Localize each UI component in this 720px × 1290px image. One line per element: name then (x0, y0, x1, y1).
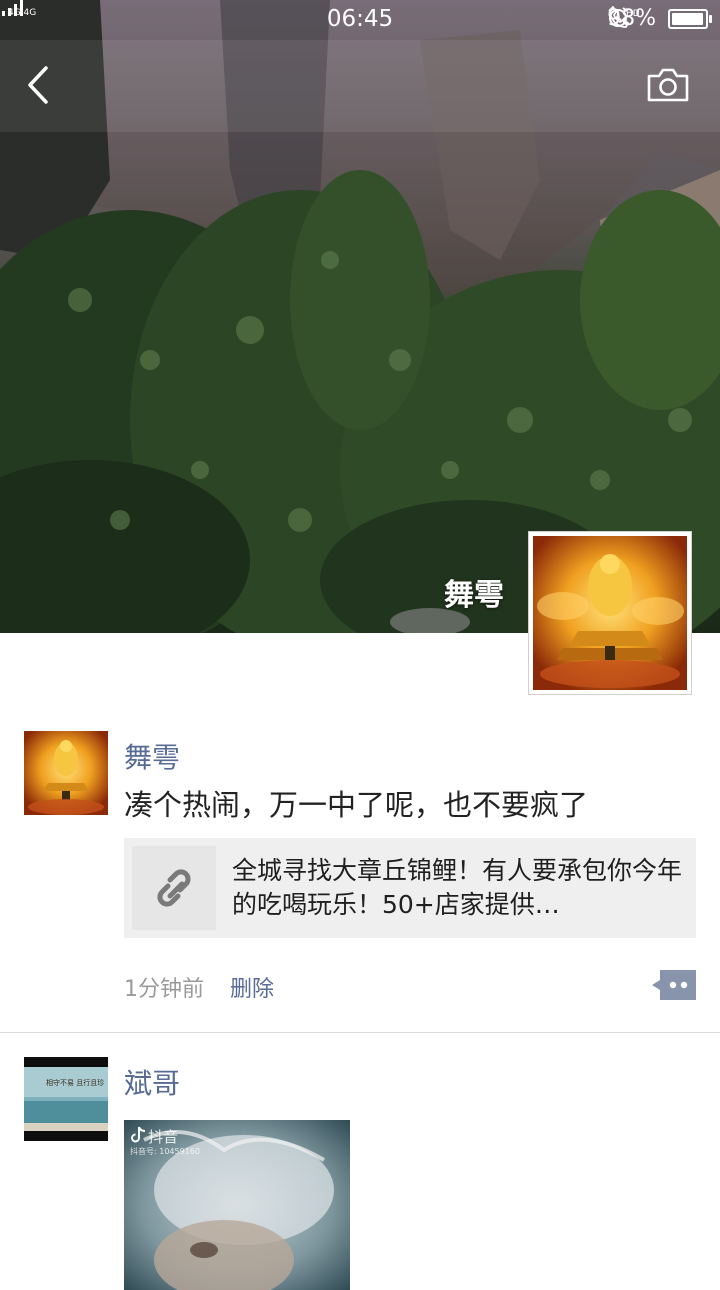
battery-fill (672, 12, 704, 25)
post-time: 1分钟前 (124, 977, 204, 1002)
video-thumbnail[interactable]: 抖音 抖音号: 10459160 (124, 1120, 350, 1290)
cover-avatar[interactable] (528, 531, 692, 695)
seascape-avatar-image: 相守不易 且行且珍 (24, 1057, 108, 1141)
status-bar: 4G 4G 06:45 HD 98% (0, 0, 720, 40)
post-author-name[interactable]: 斌哥 (124, 1062, 180, 1102)
shared-link-card[interactable]: 全城寻找大章丘锦鲤！有人要承包你今年的吃喝玩乐！50+店家提供… (124, 838, 696, 938)
hd-call-icon: HD (609, 6, 639, 28)
video-watermark: 抖音 (148, 1128, 179, 1146)
avatar[interactable]: 相守不易 且行且珍 (24, 1057, 108, 1141)
link-title: 全城寻找大章丘锦鲤！有人要承包你今年的吃喝玩乐！50+店家提供… (232, 856, 682, 919)
comment-dots-icon (652, 970, 696, 1000)
link-icon (157, 869, 191, 907)
buddha-avatar-image (24, 731, 108, 815)
status-right: HD 98% (607, 6, 712, 31)
camera-button[interactable] (646, 66, 690, 104)
comment-button[interactable] (652, 970, 696, 1000)
delete-button[interactable]: 删除 (230, 971, 274, 1003)
chevron-left-icon (28, 66, 48, 104)
avatar-caption: 相守不易 且行且珍 (46, 1078, 104, 1087)
buddha-avatar-image (533, 536, 687, 690)
post-author-name[interactable]: 舞雩 (124, 736, 180, 776)
cover-user-name[interactable]: 舞雩 (444, 570, 504, 614)
divider (0, 1032, 720, 1033)
battery-icon (668, 8, 712, 29)
avatar[interactable] (24, 731, 108, 815)
tiktok-icon (131, 1126, 146, 1143)
video-id: 抖音号: 10459160 (130, 1147, 200, 1156)
svg-text:HD: HD (626, 9, 639, 19)
post-text: 凑个热闹，万一中了呢，也不要疯了 (124, 788, 589, 822)
camera-icon (647, 68, 689, 102)
top-bar (0, 40, 720, 132)
back-button[interactable] (18, 60, 62, 110)
link-thumbnail (132, 846, 216, 930)
